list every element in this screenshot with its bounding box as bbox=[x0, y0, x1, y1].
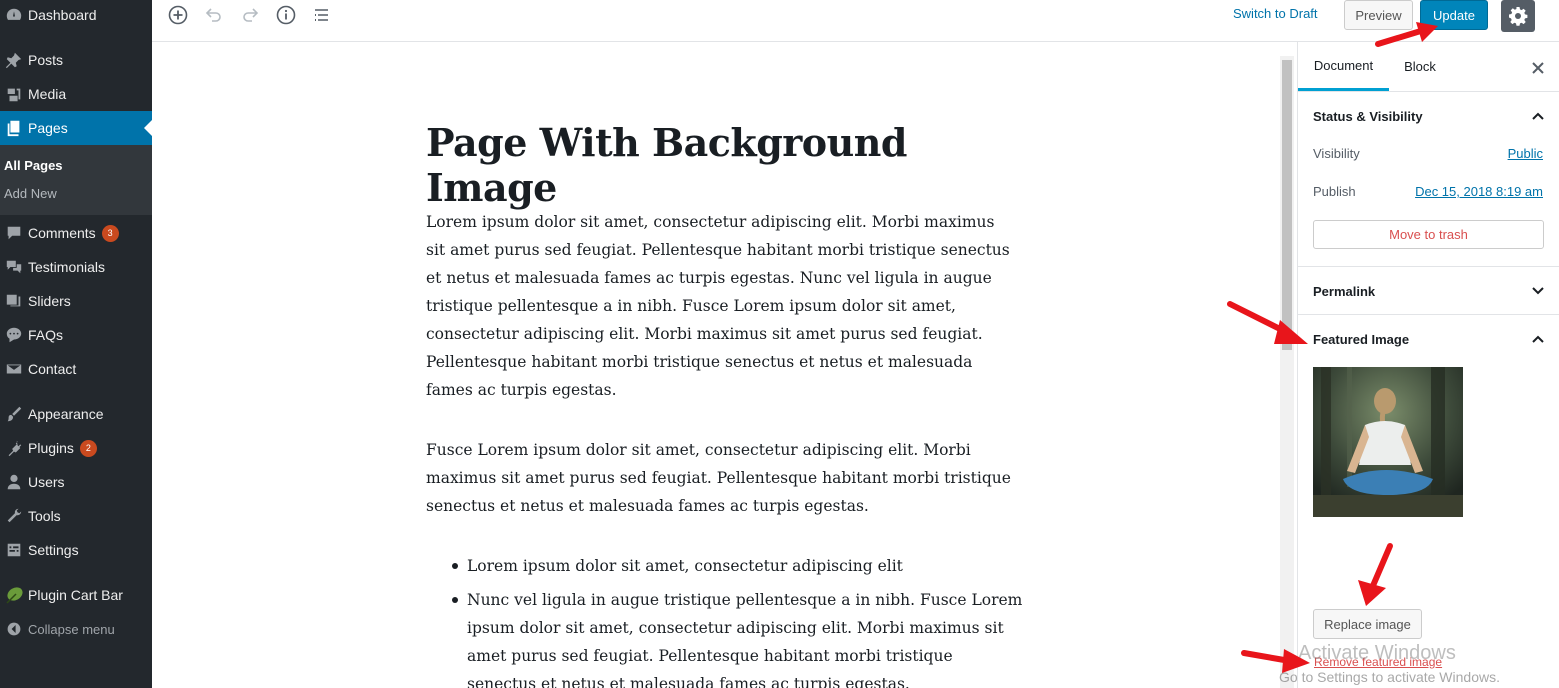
add-block-icon[interactable] bbox=[166, 3, 190, 27]
replace-image-button[interactable]: Replace image bbox=[1313, 609, 1422, 639]
menu-item-appearance[interactable]: Appearance bbox=[0, 397, 152, 431]
list-block[interactable]: Lorem ipsum dolor sit amet, consectetur … bbox=[426, 552, 1026, 688]
comments-count-badge: 3 bbox=[101, 224, 119, 242]
divider bbox=[1298, 266, 1559, 267]
menu-label: Plugin Cart Bar bbox=[28, 587, 123, 603]
pages-submenu: All Pages Add New bbox=[0, 145, 152, 215]
list-item[interactable]: Lorem ipsum dolor sit amet, consectetur … bbox=[426, 552, 1026, 580]
menu-item-comments[interactable]: Comments 3 bbox=[0, 216, 152, 250]
wrench-icon bbox=[0, 507, 28, 525]
publish-label: Publish bbox=[1313, 184, 1356, 199]
menu-label: Plugins bbox=[28, 440, 74, 456]
editor-toolbar: Switch to Draft Preview Update bbox=[152, 0, 1559, 42]
testimonials-icon bbox=[0, 258, 28, 276]
plug-icon bbox=[0, 439, 28, 457]
menu-item-users[interactable]: Users bbox=[0, 465, 152, 499]
mail-icon bbox=[0, 360, 28, 378]
menu-item-plugin-cart-bar[interactable]: Plugin Cart Bar bbox=[0, 578, 152, 612]
submenu-all-pages[interactable]: All Pages bbox=[4, 158, 63, 173]
featured-image-title[interactable]: Featured Image bbox=[1313, 332, 1409, 347]
menu-label: Dashboard bbox=[28, 7, 97, 23]
settings-icon bbox=[0, 541, 28, 559]
menu-item-faqs[interactable]: FAQs bbox=[0, 318, 152, 352]
close-icon[interactable] bbox=[1526, 56, 1550, 80]
paragraph-block[interactable]: Fusce Lorem ipsum dolor sit amet, consec… bbox=[426, 436, 1016, 520]
red-arrow-icon bbox=[1358, 543, 1393, 606]
menu-label: FAQs bbox=[28, 327, 64, 343]
paragraph-block[interactable]: Lorem ipsum dolor sit amet, consectetur … bbox=[426, 208, 1016, 404]
post-title[interactable]: Page With Background Image bbox=[426, 120, 1046, 210]
red-arrow-icon bbox=[1375, 22, 1438, 47]
submenu-add-new[interactable]: Add New bbox=[4, 186, 57, 201]
sliders-icon bbox=[0, 292, 28, 310]
menu-item-plugins[interactable]: Plugins 2 bbox=[0, 431, 152, 465]
collapse-label: Collapse menu bbox=[28, 621, 115, 637]
brush-icon bbox=[0, 405, 28, 423]
menu-label: Appearance bbox=[28, 406, 104, 422]
plugins-count-badge: 2 bbox=[79, 439, 97, 457]
switch-to-draft-link[interactable]: Switch to Draft bbox=[1233, 6, 1318, 21]
editor-scrollbar[interactable] bbox=[1280, 56, 1294, 688]
menu-label: Media bbox=[28, 86, 67, 102]
menu-item-settings[interactable]: Settings bbox=[0, 533, 152, 567]
divider bbox=[1298, 91, 1559, 92]
comment-icon bbox=[0, 224, 28, 242]
publish-date-link[interactable]: Dec 15, 2018 8:19 am bbox=[1415, 184, 1543, 199]
menu-label: Contact bbox=[28, 361, 77, 377]
menu-label: Users bbox=[28, 474, 65, 490]
menu-item-tools[interactable]: Tools bbox=[0, 499, 152, 533]
leaf-icon bbox=[0, 585, 28, 605]
featured-image-thumbnail[interactable] bbox=[1313, 367, 1463, 517]
menu-label: Sliders bbox=[28, 293, 71, 309]
activate-windows-watermark: Activate Windows bbox=[1298, 642, 1456, 664]
admin-menu: Dashboard Posts Media Pages All Pages Ad… bbox=[0, 0, 152, 688]
undo-icon[interactable] bbox=[202, 3, 226, 27]
editor-canvas: Page With Background Image Lorem ipsum d… bbox=[152, 42, 1280, 688]
visibility-label: Visibility bbox=[1313, 146, 1360, 161]
faq-icon bbox=[0, 326, 28, 344]
settings-gear-button[interactable] bbox=[1501, 0, 1535, 32]
permalink-title[interactable]: Permalink bbox=[1313, 284, 1375, 299]
dashboard-icon bbox=[0, 6, 28, 24]
visibility-toggle-link[interactable]: Public bbox=[1508, 146, 1543, 161]
block-navigation-icon[interactable] bbox=[310, 3, 334, 27]
gear-icon bbox=[1508, 6, 1528, 26]
menu-label: Settings bbox=[28, 542, 79, 558]
pin-icon bbox=[0, 51, 28, 69]
chevron-up-icon[interactable] bbox=[1528, 106, 1548, 126]
menu-label: Testimonials bbox=[28, 259, 106, 275]
chevron-up-icon[interactable] bbox=[1528, 329, 1548, 349]
menu-label: Posts bbox=[28, 52, 64, 68]
red-arrow-icon bbox=[1241, 649, 1310, 673]
menu-item-sliders[interactable]: Sliders bbox=[0, 284, 152, 318]
move-to-trash-button[interactable]: Move to trash bbox=[1313, 220, 1544, 249]
pages-icon bbox=[0, 119, 28, 137]
chevron-down-icon[interactable] bbox=[1528, 281, 1548, 301]
menu-item-contact[interactable]: Contact bbox=[0, 352, 152, 386]
list-item[interactable]: Nunc vel ligula in augue tristique pelle… bbox=[426, 586, 1026, 688]
menu-label: Tools bbox=[28, 508, 61, 524]
user-icon bbox=[0, 473, 28, 491]
menu-item-posts[interactable]: Posts bbox=[0, 43, 152, 77]
menu-item-testimonials[interactable]: Testimonials bbox=[0, 250, 152, 284]
menu-item-pages[interactable]: Pages bbox=[0, 111, 152, 145]
redo-icon[interactable] bbox=[238, 3, 262, 27]
menu-label: Pages bbox=[28, 120, 68, 136]
menu-item-dashboard[interactable]: Dashboard bbox=[0, 0, 152, 32]
menu-item-media[interactable]: Media bbox=[0, 77, 152, 111]
divider bbox=[1298, 314, 1559, 315]
menu-label: Comments bbox=[28, 225, 96, 241]
collapse-menu-button[interactable]: Collapse menu bbox=[0, 612, 152, 646]
media-icon bbox=[0, 85, 28, 103]
settings-sidebar: Document Block Status & Visibility Visib… bbox=[1297, 42, 1559, 688]
collapse-arrow-icon bbox=[0, 621, 28, 637]
red-arrow-icon bbox=[1227, 301, 1308, 344]
info-icon[interactable] bbox=[274, 3, 298, 27]
status-visibility-title[interactable]: Status & Visibility bbox=[1313, 109, 1423, 124]
